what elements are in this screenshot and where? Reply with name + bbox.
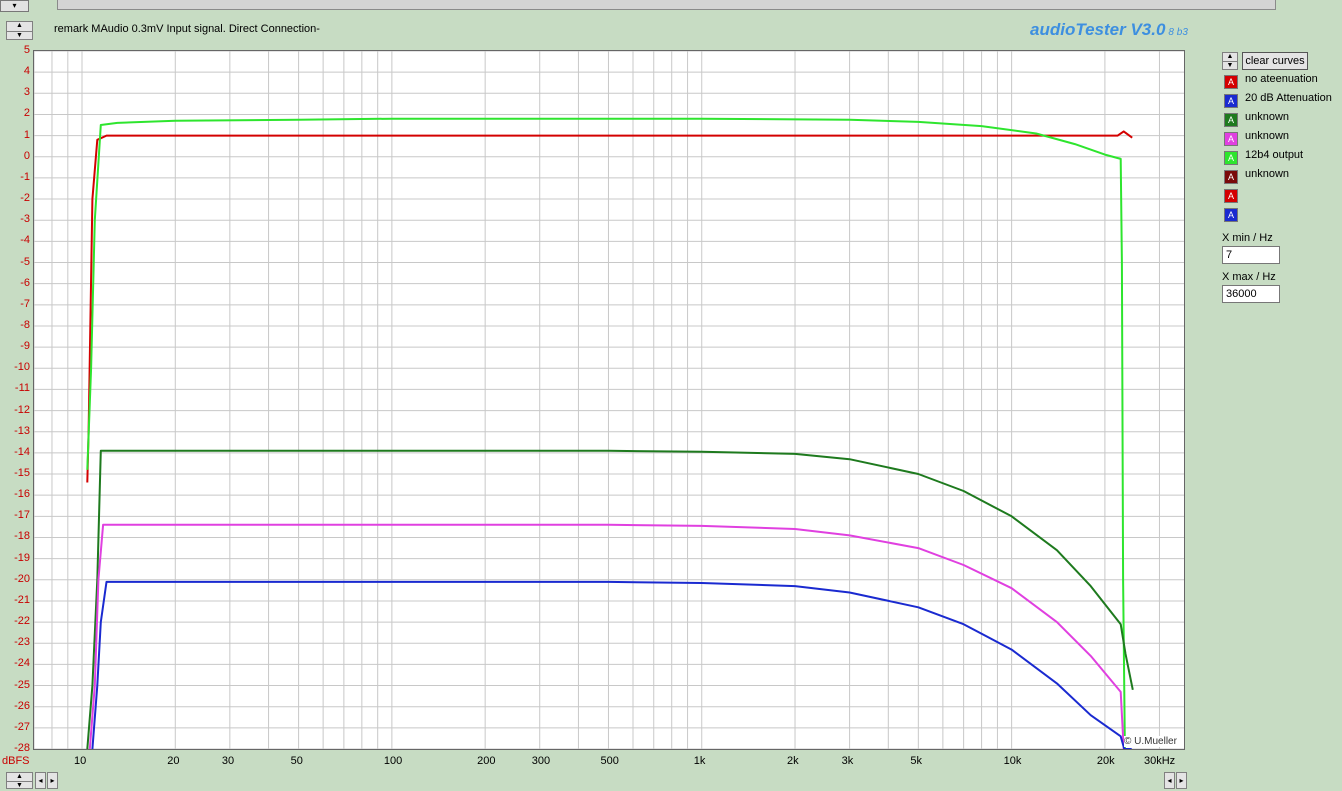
scroll-left-icon[interactable]: ◂ bbox=[35, 772, 46, 789]
curve-color-swatch[interactable]: A bbox=[1224, 170, 1238, 184]
y-tick-label: -8 bbox=[20, 318, 30, 331]
y-tick-label: -5 bbox=[20, 255, 30, 268]
xmin-label: X min / Hz bbox=[1222, 232, 1273, 244]
app-brand: audioTester V3.0 8 b3 bbox=[1030, 20, 1188, 40]
x-tick-label: 5k bbox=[910, 755, 922, 767]
xmin-field[interactable] bbox=[1222, 246, 1280, 264]
curve-color-swatch[interactable]: A bbox=[1224, 75, 1238, 89]
xmax-label: X max / Hz bbox=[1222, 271, 1276, 283]
app-title: audioTester V3.0 bbox=[1030, 20, 1166, 39]
y-tick-label: -9 bbox=[20, 340, 30, 353]
curve-color-swatch[interactable]: A bbox=[1224, 132, 1238, 146]
y-tick-label: -14 bbox=[14, 445, 30, 458]
legend-label: 12b4 output bbox=[1245, 149, 1304, 161]
app-version: 8 b3 bbox=[1168, 27, 1188, 38]
y-tick-label: -27 bbox=[14, 720, 30, 733]
series-line bbox=[86, 130, 1133, 483]
y-tick-label: -3 bbox=[20, 213, 30, 226]
spin-down-icon[interactable]: ▼ bbox=[7, 780, 32, 789]
spin-up-icon[interactable]: ▲ bbox=[7, 773, 32, 781]
y-tick-label: -28 bbox=[14, 742, 30, 754]
bottom-left-spinner[interactable]: ▲ ▼ bbox=[6, 772, 33, 789]
x-tick-label: 3k bbox=[841, 755, 854, 767]
scroll-right-icon[interactable]: ▸ bbox=[47, 772, 58, 789]
y-tick-label: -23 bbox=[14, 636, 30, 649]
x-tick-label: 20k bbox=[1096, 755, 1115, 767]
spin-up-icon[interactable]: ▲ bbox=[7, 22, 32, 31]
y-tick-label: -13 bbox=[14, 424, 30, 437]
y-tick-label: -16 bbox=[14, 488, 30, 501]
x-tick-label: 1k bbox=[693, 755, 706, 767]
x-tick-label: 30 bbox=[221, 755, 235, 767]
y-tick-label: -17 bbox=[14, 509, 30, 522]
x-tick-label: 200 bbox=[477, 755, 496, 767]
y-tick-label: -2 bbox=[20, 192, 30, 205]
x-tick-label: 100 bbox=[383, 755, 403, 767]
y-tick-label: -24 bbox=[14, 657, 30, 670]
y-tick-label: -26 bbox=[14, 699, 30, 712]
curves-spinner[interactable]: ▲ ▼ bbox=[1222, 52, 1238, 70]
x-tick-label: 2k bbox=[787, 755, 799, 767]
spin-up-icon[interactable]: ▲ bbox=[1223, 53, 1237, 61]
y-tick-label: -21 bbox=[14, 593, 30, 606]
series-line bbox=[86, 117, 1126, 749]
legend-label: unknown bbox=[1245, 130, 1290, 142]
y-tick-label: -15 bbox=[14, 467, 30, 480]
remark-spinner[interactable]: ▲ ▼ bbox=[6, 21, 33, 40]
y-axis-unit: dBFS bbox=[2, 755, 30, 767]
x-tick-label: 50 bbox=[290, 755, 303, 767]
legend-label: no ateenuation bbox=[1245, 73, 1318, 85]
y-tick-label: -11 bbox=[14, 382, 30, 395]
curve-color-swatch[interactable]: A bbox=[1224, 208, 1238, 222]
y-tick-label: 1 bbox=[23, 128, 30, 141]
plot-area bbox=[34, 51, 1184, 749]
y-tick-label: -22 bbox=[14, 615, 30, 628]
y-tick-label: -4 bbox=[20, 234, 30, 247]
series-line bbox=[91, 580, 1132, 749]
curve-color-swatch[interactable]: A bbox=[1224, 113, 1238, 127]
curve-color-swatch[interactable]: A bbox=[1224, 94, 1238, 108]
x-tick-label: 10k bbox=[1003, 755, 1022, 767]
y-tick-label: -10 bbox=[14, 361, 30, 374]
x-tick-label: 300 bbox=[531, 755, 551, 767]
y-tick-label: -19 bbox=[14, 551, 30, 564]
top-scrollbar[interactable] bbox=[57, 0, 1276, 10]
y-tick-label: -6 bbox=[20, 276, 30, 289]
x-tick-label: 30kHz bbox=[1144, 755, 1176, 767]
y-tick-label: -20 bbox=[14, 572, 30, 585]
x-tick-label: 20 bbox=[167, 755, 180, 767]
y-tick-label: 0 bbox=[23, 149, 30, 162]
x-tick-label: 500 bbox=[600, 755, 619, 767]
xmax-field[interactable] bbox=[1222, 285, 1280, 303]
legend-label: unknown bbox=[1245, 111, 1290, 123]
curve-color-swatch[interactable]: A bbox=[1224, 189, 1238, 203]
spin-down-icon[interactable]: ▼ bbox=[1223, 61, 1237, 69]
legend-label: unknown bbox=[1245, 168, 1290, 180]
y-tick-label: 3 bbox=[23, 86, 30, 99]
spin-down-icon[interactable]: ▼ bbox=[7, 30, 32, 40]
y-tick-label: -1 bbox=[20, 170, 30, 183]
y-tick-label: 5 bbox=[23, 44, 30, 56]
y-tick-label: -18 bbox=[14, 530, 30, 543]
x-tick-label: 10 bbox=[73, 755, 87, 767]
curve-color-swatch[interactable]: A bbox=[1224, 151, 1238, 165]
top-dropdown-button[interactable]: ▾ bbox=[0, 0, 29, 12]
grid-lines bbox=[34, 51, 1184, 749]
copyright-label: © U.Mueller bbox=[1124, 736, 1177, 747]
y-tick-label: 2 bbox=[23, 107, 30, 120]
legend-label: 20 dB Attenuation bbox=[1245, 92, 1332, 104]
y-tick-label: -12 bbox=[14, 403, 30, 416]
clear-curves-button[interactable]: clear curves bbox=[1242, 52, 1308, 70]
y-tick-label: -7 bbox=[20, 297, 30, 310]
remark-text: remark MAudio 0.3mV Input signal. Direct… bbox=[54, 23, 320, 35]
scroll-left-icon[interactable]: ◂ bbox=[1164, 772, 1175, 789]
curves bbox=[86, 117, 1134, 749]
scroll-right-icon[interactable]: ▸ bbox=[1176, 772, 1187, 789]
y-tick-label: 4 bbox=[23, 65, 30, 78]
y-tick-label: -25 bbox=[14, 678, 30, 691]
